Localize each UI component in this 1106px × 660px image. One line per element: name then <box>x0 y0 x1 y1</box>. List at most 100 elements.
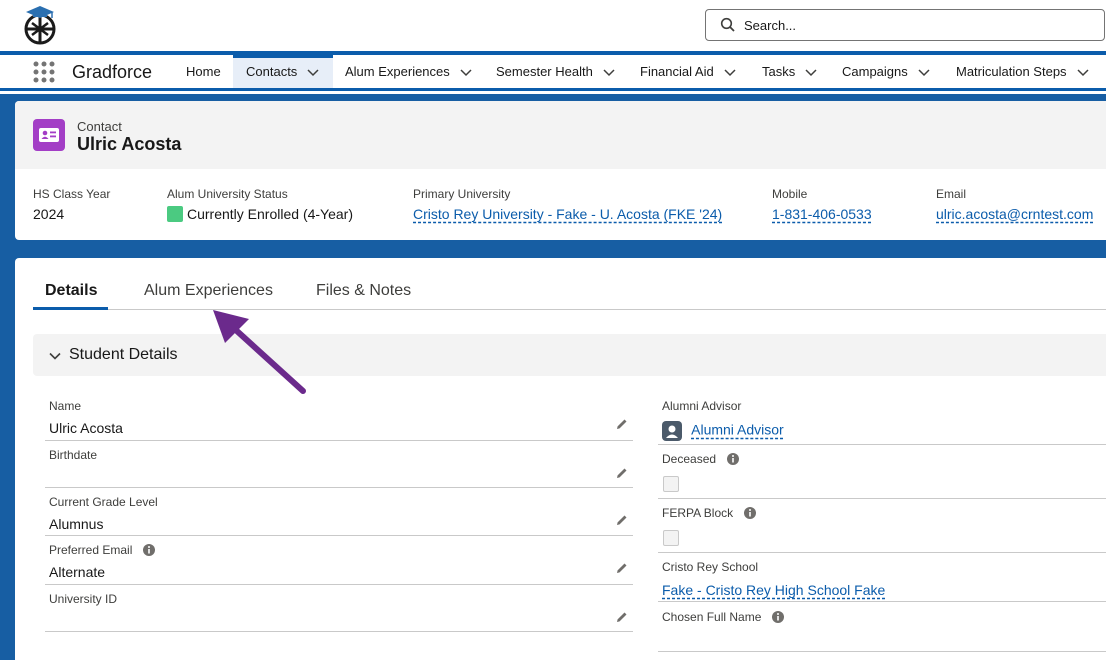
nav-item-label: Contacts <box>246 64 298 79</box>
field-label-row: Deceased <box>662 452 740 466</box>
pencil-edit-icon[interactable] <box>615 610 629 624</box>
field-label: Deceased <box>662 452 717 466</box>
nav-item-matriculation-steps[interactable]: Matriculation Steps <box>956 55 1089 88</box>
record-highlights-panel: Contact Ulric Acosta HS Class Year 2024 … <box>15 101 1106 240</box>
nav-item-label: Alum Experiences <box>345 64 450 79</box>
pencil-edit-icon[interactable] <box>615 513 629 527</box>
field-label: Preferred Email <box>49 543 133 557</box>
tab-files-notes[interactable]: Files & Notes <box>316 282 411 300</box>
nav-item-label: Financial Aid <box>640 64 714 79</box>
nav-item-home[interactable]: Home <box>186 55 221 88</box>
info-icon[interactable] <box>743 506 757 520</box>
email-link[interactable]: ulric.acosta@crntest.com <box>936 206 1093 222</box>
field-birthdate: Birthdate <box>45 448 633 488</box>
search-placeholder: Search... <box>744 18 797 33</box>
annotation-arrow-icon <box>213 310 306 394</box>
field-label: Name <box>49 399 82 413</box>
alumni-advisor-link[interactable]: Alumni Advisor <box>691 422 784 438</box>
highlight-alum-university-status: Alum University Status Currently Enrolle… <box>167 187 353 222</box>
info-icon[interactable] <box>771 610 785 624</box>
highlight-primary-university: Primary University Cristo Rey University… <box>413 187 722 222</box>
field-label: Current Grade Level <box>49 495 158 509</box>
app-launcher-icon[interactable] <box>33 61 55 83</box>
object-label: Contact <box>77 119 122 134</box>
cristo-rey-school-link[interactable]: Fake - Cristo Rey High School Fake <box>662 582 885 598</box>
nav-item-label: Campaigns <box>842 64 908 79</box>
field-label: Mobile <box>772 187 808 201</box>
field-deceased: Deceased <box>658 452 1106 499</box>
nav-item-label: Matriculation Steps <box>956 64 1067 79</box>
nav-item-tasks[interactable]: Tasks <box>762 55 817 88</box>
ferpa-block-checkbox[interactable] <box>663 530 679 546</box>
nav-item-label: Tasks <box>762 64 796 79</box>
tab-details[interactable]: Details <box>45 282 97 300</box>
field-label: FERPA Block <box>662 506 734 520</box>
field-label: Email <box>936 187 967 201</box>
cristo-rey-logo-icon[interactable] <box>22 5 58 45</box>
chevron-down-icon[interactable] <box>724 66 736 78</box>
primary-university-link[interactable]: Cristo Rey University - Fake - U. Acosta… <box>413 206 722 222</box>
mobile-link[interactable]: 1-831-406-0533 <box>772 206 872 222</box>
field-university-id: University ID <box>45 592 633 632</box>
deceased-checkbox[interactable] <box>663 476 679 492</box>
record-name: Ulric Acosta <box>77 134 182 154</box>
search-icon <box>720 17 735 32</box>
field-label: University ID <box>49 592 118 606</box>
field-label: Birthdate <box>49 448 98 462</box>
nav-item-alum-experiences[interactable]: Alum Experiences <box>345 55 472 88</box>
field-label: Alum University Status <box>167 187 288 201</box>
field-label: Chosen Full Name <box>662 610 762 624</box>
nav-item-label: Semester Health <box>496 64 593 79</box>
chevron-down-icon[interactable] <box>307 66 319 78</box>
field-label-row: Chosen Full Name <box>662 610 785 624</box>
nav-item-label: Home <box>186 64 221 79</box>
field-label-row: FERPA Block <box>662 506 757 520</box>
nav-item-financial-aid[interactable]: Financial Aid <box>640 55 736 88</box>
field-label: Cristo Rey School <box>662 560 759 574</box>
record-header: Contact Ulric Acosta <box>15 101 1106 169</box>
field-current-grade-level: Current Grade Level Alumnus <box>45 495 633 536</box>
app-name: Gradforce <box>72 62 153 82</box>
chevron-down-icon[interactable] <box>48 349 62 363</box>
record-tabs: Details Alum Experiences Files & Notes <box>33 258 1106 310</box>
chevron-down-icon[interactable] <box>603 66 615 78</box>
field-chosen-full-name: Chosen Full Name <box>658 610 1106 652</box>
status-green-indicator-icon <box>167 206 183 222</box>
nav-item-semester-health[interactable]: Semester Health <box>496 55 615 88</box>
highlight-hs-class-year: HS Class Year 2024 <box>33 187 110 222</box>
chevron-down-icon[interactable] <box>918 66 930 78</box>
field-value: Alternate <box>49 564 106 580</box>
record-detail-panel: Details Alum Experiences Files & Notes S… <box>15 258 1106 660</box>
highlight-mobile: Mobile 1-831-406-0533 <box>772 187 872 222</box>
nav-item-campaigns[interactable]: Campaigns <box>842 55 930 88</box>
field-label: HS Class Year <box>33 187 111 201</box>
contact-icon <box>33 119 65 151</box>
status-value: Currently Enrolled (4-Year) <box>167 206 353 222</box>
chevron-down-icon[interactable] <box>460 66 472 78</box>
field-label-row: Preferred Email <box>49 543 156 557</box>
field-preferred-email: Preferred Email Alternate <box>45 543 633 585</box>
highlight-email: Email ulric.acosta@crntest.com <box>936 187 1093 222</box>
pencil-edit-icon[interactable] <box>615 466 629 480</box>
field-value: Ulric Acosta <box>49 420 123 436</box>
user-avatar-icon <box>662 421 682 441</box>
active-tab-indicator <box>33 307 108 310</box>
nav-item-contacts[interactable]: Contacts <box>233 55 333 88</box>
field-label: Alumni Advisor <box>662 399 742 413</box>
chevron-down-icon[interactable] <box>805 66 817 78</box>
global-header: Search... <box>0 0 1106 51</box>
pencil-edit-icon[interactable] <box>615 417 629 431</box>
tab-alum-experiences[interactable]: Alum Experiences <box>144 282 273 300</box>
field-label: Primary University <box>413 187 511 201</box>
field-value: Alumni Advisor <box>662 421 784 441</box>
info-icon[interactable] <box>142 543 156 557</box>
field-name: Name Ulric Acosta <box>45 399 633 441</box>
pencil-edit-icon[interactable] <box>615 561 629 575</box>
field-ferpa-block: FERPA Block <box>658 506 1106 553</box>
field-value: Alumnus <box>49 516 104 532</box>
info-icon[interactable] <box>726 452 740 466</box>
global-search-input[interactable]: Search... <box>705 9 1105 41</box>
chevron-down-icon[interactable] <box>1077 66 1089 78</box>
field-alumni-advisor: Alumni Advisor Alumni Advisor <box>658 399 1106 445</box>
section-student-details[interactable]: Student Details <box>33 334 1106 376</box>
